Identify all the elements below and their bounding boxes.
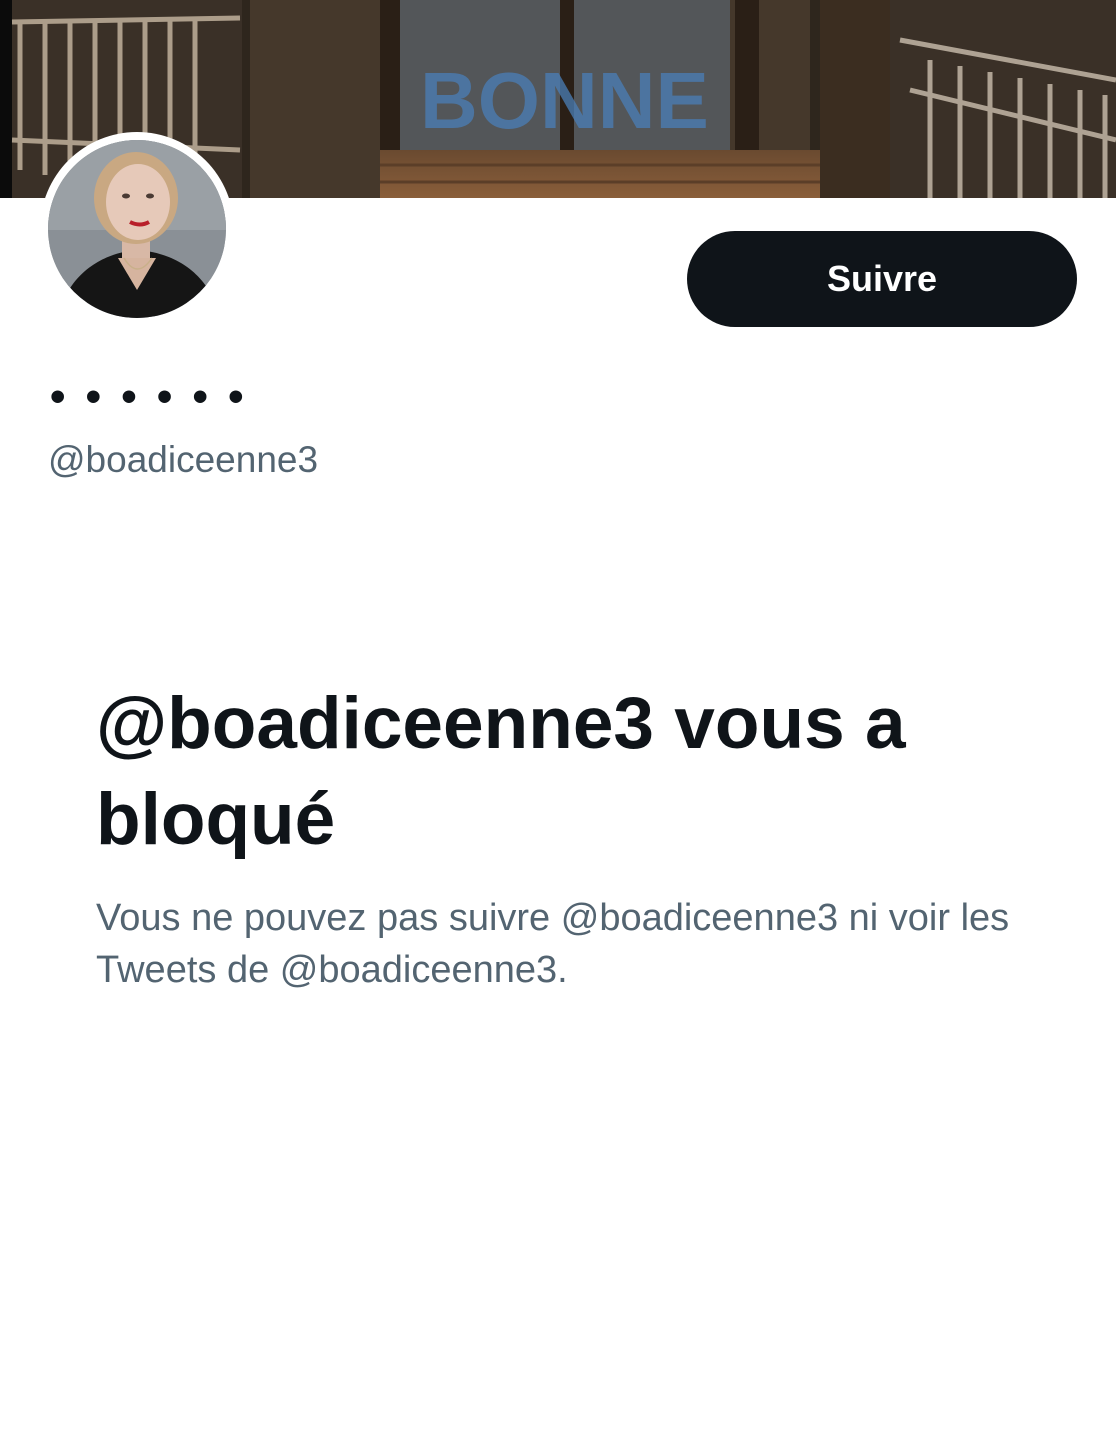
blocked-description: Vous ne pouvez pas suivre @boadiceenne3 … bbox=[96, 897, 1010, 991]
banner-sign-text: BONNE bbox=[420, 56, 709, 145]
profile-handle: @boadiceenne3 bbox=[48, 439, 319, 480]
avatar-photo bbox=[48, 140, 226, 318]
profile-avatar[interactable] bbox=[40, 132, 234, 326]
blocked-title: @boadiceenne3 vous a bloqué bbox=[96, 683, 906, 860]
follow-button[interactable]: Suivre bbox=[687, 231, 1077, 327]
display-name: • • • • • • bbox=[50, 372, 248, 421]
